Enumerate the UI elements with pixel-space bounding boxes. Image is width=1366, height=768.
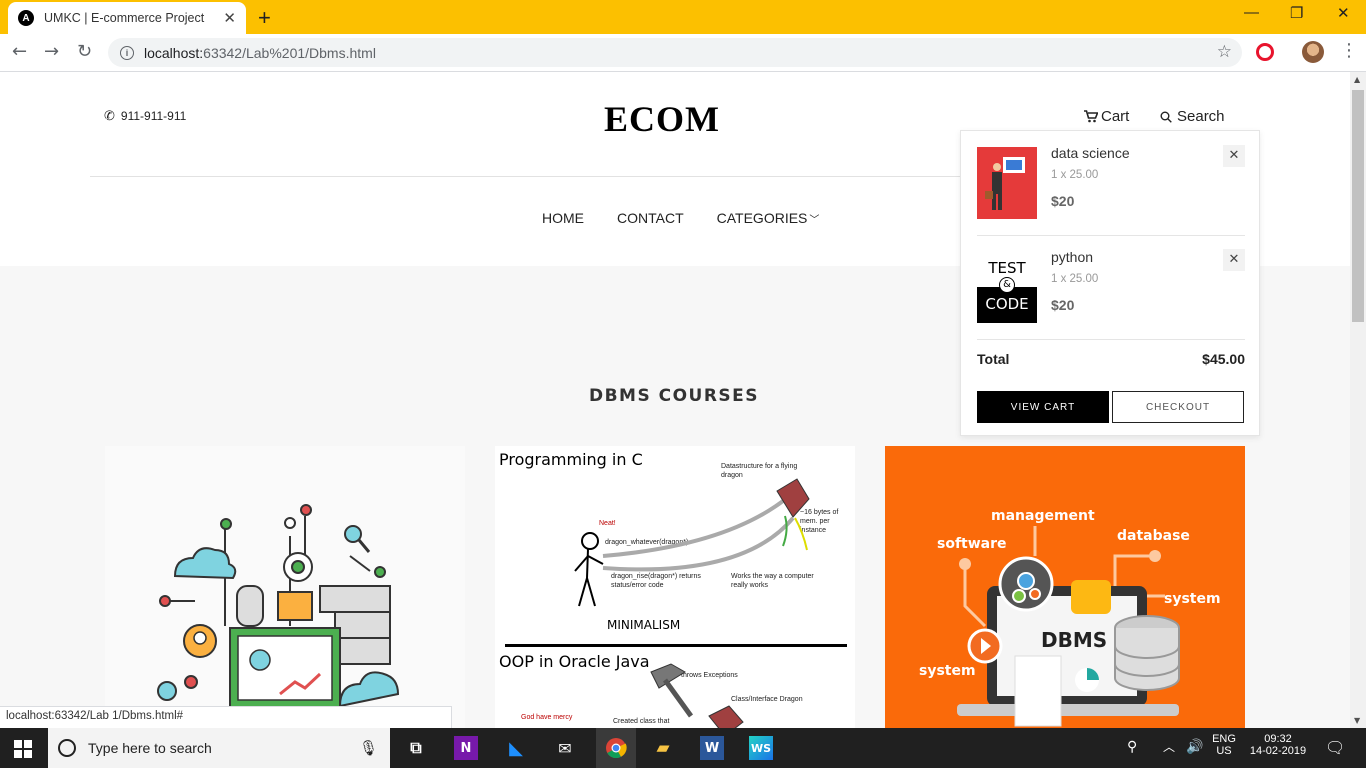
cart-link[interactable]: Cart xyxy=(1084,108,1129,125)
restore-icon[interactable]: ❐ xyxy=(1290,4,1303,22)
main-nav: HOME CONTACT CATEGORIES ﹀ xyxy=(542,210,819,226)
reload-icon[interactable]: ↻ xyxy=(77,41,92,62)
remove-item-icon[interactable]: ✕ xyxy=(1223,249,1245,271)
minimize-icon[interactable]: — xyxy=(1244,4,1259,21)
thumb-text-test: TEST xyxy=(988,259,1026,277)
cortana-icon xyxy=(58,739,76,757)
clock-time: 09:32 xyxy=(1264,733,1292,745)
back-icon[interactable]: ← xyxy=(12,41,27,62)
chrome-icon xyxy=(606,738,627,759)
close-window-icon[interactable]: ✕ xyxy=(1337,4,1350,22)
mail-icon[interactable]: ✉ xyxy=(553,736,577,760)
tab-favicon-icon: A xyxy=(18,10,34,26)
cart-item: TEST & CODE python 1 x 25.00 $20 ✕ xyxy=(977,235,1245,339)
cart-item-thumb[interactable] xyxy=(977,147,1037,219)
bookmark-star-icon[interactable]: ☆ xyxy=(1217,42,1232,62)
webstorm-icon[interactable]: WS xyxy=(749,736,773,760)
search-label: Search xyxy=(1177,108,1225,125)
cart-item: data science 1 x 25.00 $20 ✕ xyxy=(977,131,1245,235)
browser-menu-icon[interactable]: ⋮ xyxy=(1340,40,1358,61)
nav-contact[interactable]: CONTACT xyxy=(617,210,684,226)
people-icon[interactable]: ⚲ xyxy=(1127,738,1137,755)
app-shark-icon[interactable]: ◣ xyxy=(504,736,528,760)
microphone-icon[interactable]: 🎙 xyxy=(359,739,378,757)
scroll-down-icon[interactable]: ▼ xyxy=(1354,716,1360,725)
cart-item-name[interactable]: data science xyxy=(1051,145,1130,161)
site-info-icon[interactable]: i xyxy=(120,45,134,60)
nav-categories-label: CATEGORIES xyxy=(716,210,808,226)
cart-item-thumb[interactable]: TEST & CODE xyxy=(977,251,1037,323)
tab-title: UMKC | E-commerce Project xyxy=(44,11,205,25)
comic-minimalism: MINIMALISM xyxy=(607,618,681,632)
dbms-word-dbms: DBMS xyxy=(1041,628,1108,652)
course-card-dbms[interactable]: management software database system syst… xyxy=(885,446,1245,728)
address-bar[interactable]: i localhost: 63342/Lab%201/Dbms.html ☆ xyxy=(108,38,1242,67)
forward-icon[interactable]: → xyxy=(44,41,59,62)
notifications-icon[interactable]: 🗨 xyxy=(1325,738,1345,758)
windows-start-icon[interactable] xyxy=(14,740,32,758)
cart-divider xyxy=(977,339,1245,340)
chrome-taskbar-icon[interactable] xyxy=(596,728,636,768)
nav-home[interactable]: HOME xyxy=(542,210,584,226)
chevron-down-icon: ﹀ xyxy=(809,215,820,226)
comic-drawing-c xyxy=(574,478,810,607)
tray-chevron-up-icon[interactable]: ︿ xyxy=(1163,738,1175,755)
thumb-text-amp: & xyxy=(999,277,1015,293)
url-host: localhost: xyxy=(144,44,204,61)
task-view-icon[interactable]: ⧉ xyxy=(404,736,428,760)
cart-item-qty: 1 x 25.00 xyxy=(1051,273,1099,285)
onenote-icon[interactable]: N xyxy=(454,736,478,760)
search-icon xyxy=(1160,111,1172,123)
analytics-illustration xyxy=(157,504,400,709)
clock-date: 14-02-2019 xyxy=(1249,745,1307,757)
tab-close-icon[interactable]: ✕ xyxy=(223,9,236,27)
browser-toolbar: ← → ↻ i localhost: 63342/Lab%201/Dbms.htm… xyxy=(0,34,1366,72)
data-science-thumb-image xyxy=(985,157,1025,210)
dbms-illustration xyxy=(957,526,1180,727)
language-indicator[interactable]: ENG US xyxy=(1208,733,1240,757)
cart-total-value: $45.00 xyxy=(1202,351,1245,367)
cart-icon xyxy=(1084,110,1098,123)
opera-extension-icon[interactable] xyxy=(1256,43,1274,61)
cart-total-label: Total xyxy=(977,351,1010,367)
taskbar-search-box[interactable]: Type here to search 🎙 xyxy=(48,728,390,768)
cart-item-name[interactable]: python xyxy=(1051,249,1093,265)
view-cart-button[interactable]: VIEW CART xyxy=(977,391,1109,423)
clock[interactable]: 09:32 14-02-2019 xyxy=(1248,733,1308,757)
language-bottom: US xyxy=(1216,745,1232,757)
course-card-data-science[interactable] xyxy=(105,446,465,728)
page-viewport: ✆ 911-911-911 ECOM Cart Search HOME CONT… xyxy=(0,72,1350,728)
windows-taskbar: Type here to search 🎙 ⧉ N ◣ ✉ ▰ W WS ⚲ ︿… xyxy=(0,728,1366,768)
cart-item-price: $20 xyxy=(1051,193,1075,209)
url-path: 63342/Lab%201/Dbms.html xyxy=(203,44,376,61)
cart-total: Total $45.00 xyxy=(977,351,1245,367)
cart-dropdown: data science 1 x 25.00 $20 ✕ TEST & CODE… xyxy=(960,130,1260,436)
taskbar-search-placeholder: Type here to search xyxy=(88,740,212,756)
cart-item-qty: 1 x 25.00 xyxy=(1051,169,1099,181)
browser-tab-strip: A UMKC | E-commerce Project ✕ + — ❐ ✕ xyxy=(0,0,1366,34)
search-link[interactable]: Search xyxy=(1160,108,1225,125)
nav-categories[interactable]: CATEGORIES ﹀ xyxy=(717,210,820,226)
file-explorer-icon[interactable]: ▰ xyxy=(651,736,675,760)
cart-label: Cart xyxy=(1101,108,1130,125)
language-top: ENG xyxy=(1212,733,1236,745)
word-icon[interactable]: W xyxy=(700,736,724,760)
scroll-up-icon[interactable]: ▲ xyxy=(1354,75,1360,84)
profile-avatar[interactable] xyxy=(1302,41,1324,63)
page-scrollbar[interactable]: ▲ ▼ xyxy=(1350,72,1366,728)
thumb-text-code: CODE xyxy=(985,295,1029,313)
cart-item-price: $20 xyxy=(1051,297,1075,313)
remove-item-icon[interactable]: ✕ xyxy=(1223,145,1245,167)
comic-drawing-java xyxy=(650,663,744,728)
course-card-python[interactable]: Programming in C Datastructure for a fly… xyxy=(495,446,855,728)
volume-icon[interactable]: 🔊 xyxy=(1186,738,1203,755)
checkout-button[interactable]: CHECKOUT xyxy=(1112,391,1244,423)
link-status-bar: localhost:63342/Lab 1/Dbms.html# xyxy=(0,706,452,728)
new-tab-button[interactable]: + xyxy=(258,5,271,31)
scrollbar-thumb[interactable] xyxy=(1352,90,1364,322)
browser-tab[interactable]: A UMKC | E-commerce Project ✕ xyxy=(8,2,246,34)
